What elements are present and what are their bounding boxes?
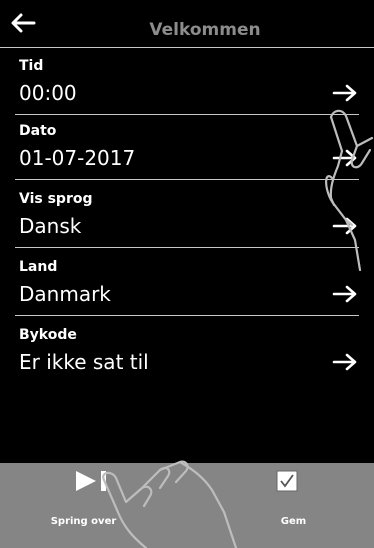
row-value: 00:00 [19, 81, 77, 105]
arrow-right-icon [332, 217, 357, 235]
arrow-right-icon [332, 84, 357, 102]
row-language[interactable]: Vis sprog Dansk [0, 185, 374, 248]
divider [15, 315, 359, 316]
row-label: Dato [19, 123, 57, 139]
checkbox-checked-icon [276, 470, 298, 492]
save-button[interactable]: Gem [187, 463, 374, 548]
bottom-action-bar: Spring over Gem [0, 463, 374, 548]
row-value: Dansk [19, 214, 82, 238]
row-date[interactable]: Dato 01-07-2017 [0, 117, 374, 180]
row-country[interactable]: Land Danmark [0, 253, 374, 316]
row-label: Vis sprog [19, 191, 93, 207]
arrow-right-icon [332, 285, 357, 303]
row-value: 01-07-2017 [19, 146, 136, 170]
divider [15, 114, 359, 115]
divider [15, 247, 359, 248]
row-value: Danmark [19, 282, 111, 306]
page-title: Velkommen [149, 20, 261, 40]
row-label: Tid [19, 58, 44, 74]
skip-icon [76, 471, 106, 491]
arrow-right-icon [332, 353, 357, 371]
skip-label: Spring over [50, 516, 117, 527]
row-value: Er ikke sat til [19, 350, 149, 374]
save-label: Gem [280, 516, 307, 527]
row-time[interactable]: Tid 00:00 [0, 52, 374, 115]
arrow-right-icon [332, 149, 357, 167]
skip-button[interactable]: Spring over [0, 463, 187, 548]
divider [15, 179, 359, 180]
row-area-code[interactable]: Bykode Er ikke sat til [0, 321, 374, 384]
row-label: Bykode [19, 327, 77, 343]
header-bar: Velkommen [0, 0, 374, 48]
row-label: Land [19, 259, 58, 275]
